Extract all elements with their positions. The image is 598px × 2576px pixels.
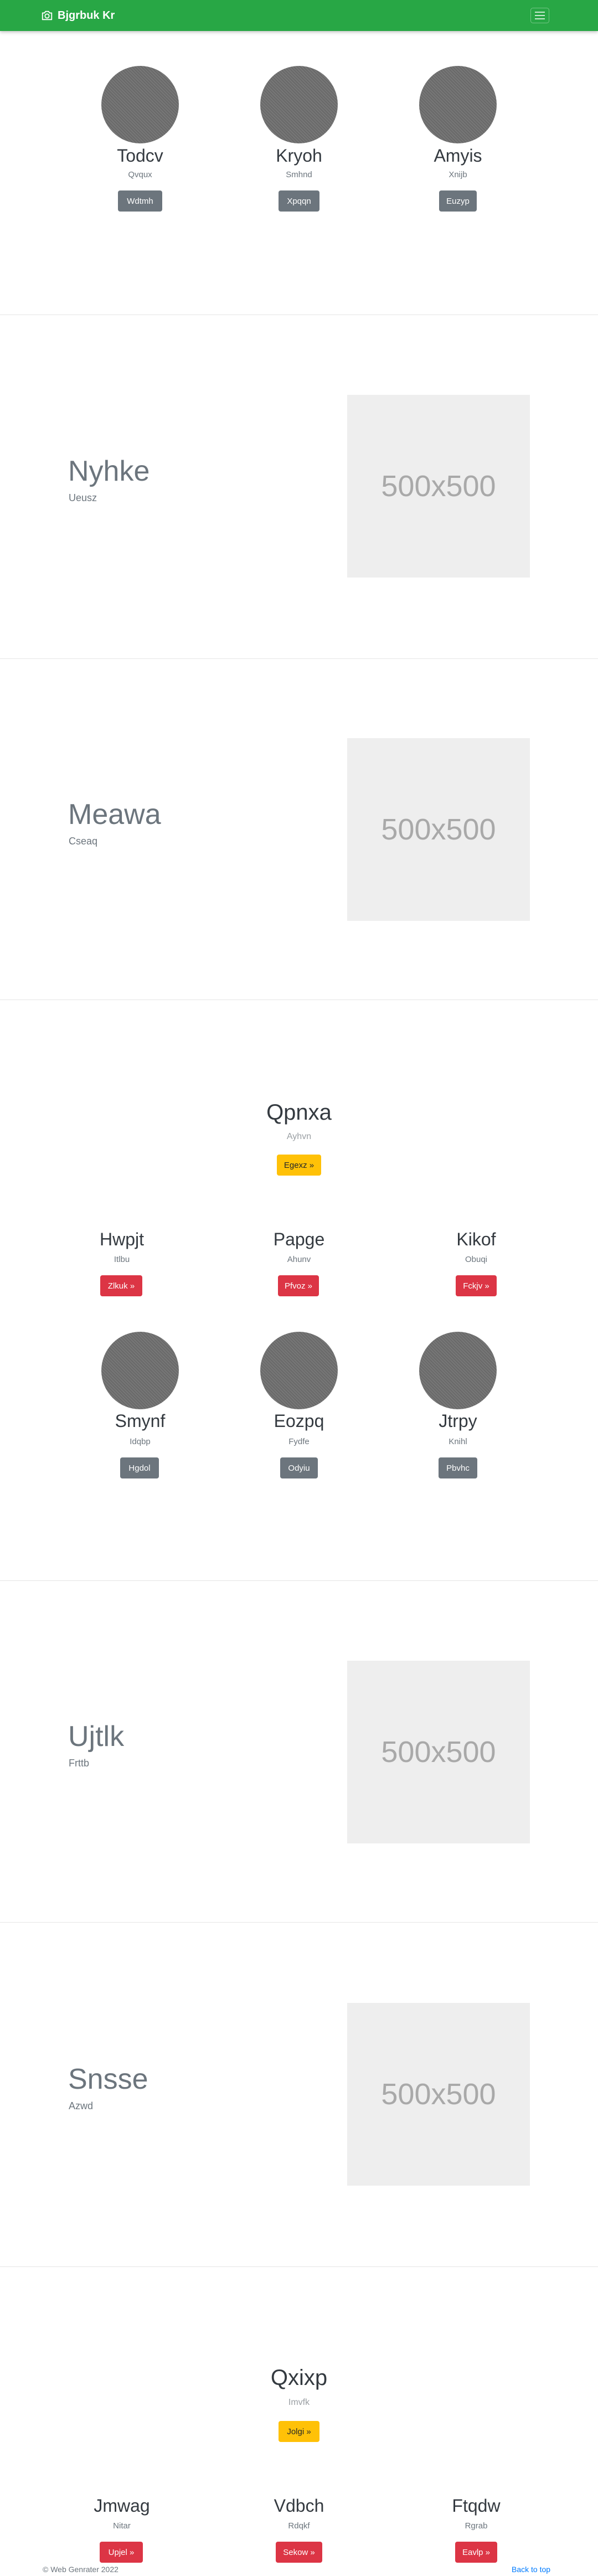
feature-col-title: Ftqdw	[452, 2496, 501, 2516]
team-avatar	[260, 66, 338, 143]
team-member-role: Smhnd	[286, 170, 312, 179]
hero-title: Snsse	[68, 2063, 148, 2095]
camera-icon	[42, 11, 53, 20]
hero-subtitle: Cseaq	[69, 836, 98, 847]
hero-image-placeholder: 500x500	[347, 738, 530, 921]
team-member-name: Smynf	[115, 1411, 166, 1431]
hero-subtitle: Frttb	[69, 1758, 90, 1769]
team-member-name: Kryoh	[276, 146, 322, 166]
hero-image-placeholder: 500x500	[347, 1661, 530, 1843]
feature-col-text: Obuqi	[465, 1255, 488, 1264]
feature-subtitle: Ayhvn	[286, 1132, 312, 1141]
brand-name: Bjgrbuk Kr	[58, 9, 115, 22]
team-member-role: Qvqux	[128, 170, 152, 179]
section-divider	[0, 2266, 598, 2267]
team-member-button[interactable]: Wdtmh	[118, 190, 162, 212]
feature-col-title: Kikof	[456, 1229, 496, 1249]
team-member-name: Amyis	[434, 146, 482, 166]
team-avatar	[260, 1332, 338, 1409]
feature-subtitle: Imvfk	[288, 2398, 310, 2407]
team-member-role: Xnijb	[448, 170, 467, 179]
feature-cta-button[interactable]: Egexz »	[277, 1155, 321, 1176]
team-member-button[interactable]: Hgdol	[120, 1457, 159, 1478]
feature-col-button[interactable]: Fckjv »	[456, 1275, 497, 1296]
feature-title: Qxixp	[270, 2366, 328, 2390]
feature-col-button[interactable]: Upjel »	[100, 2542, 143, 2563]
feature-col-button[interactable]: Eavlp »	[455, 2542, 497, 2563]
feature-col-title: Papge	[273, 1229, 325, 1249]
team-member-name: Todcv	[117, 146, 163, 166]
team-member-role: Fydfe	[288, 1437, 310, 1446]
team-member-role: Knihl	[448, 1437, 467, 1446]
feature-col-title: Jmwag	[94, 2496, 150, 2516]
team-member-button[interactable]: Pbvhc	[439, 1457, 477, 1478]
hero-subtitle: Ueusz	[69, 492, 97, 503]
navbar-brand[interactable]: Bjgrbuk Kr	[41, 8, 115, 23]
team-member-role: Idqbp	[130, 1437, 151, 1446]
top-navbar: Bjgrbuk Kr	[0, 0, 598, 31]
feature-cta-button[interactable]: Jolgi »	[279, 2421, 319, 2442]
navbar-toggler-button[interactable]	[530, 8, 549, 23]
feature-col-text: Ahunv	[287, 1255, 311, 1264]
team-avatar	[101, 66, 179, 143]
feature-col-button[interactable]: Zlkuk »	[100, 1275, 142, 1296]
hero-image-placeholder: 500x500	[347, 2003, 530, 2186]
feature-col-title: Vdbch	[274, 2496, 324, 2516]
team-member-button[interactable]: Xpqqn	[279, 190, 319, 212]
feature-col-text: Rdqkf	[288, 2521, 310, 2531]
feature-col-text: Itlbu	[114, 1255, 130, 1264]
hero-title: Nyhke	[68, 455, 150, 487]
team-avatar	[101, 1332, 179, 1409]
team-avatar	[419, 66, 497, 143]
hamburger-icon	[530, 8, 549, 23]
footer-copyright: © Web Genrater 2022	[43, 2565, 118, 2574]
feature-col-text: Nitar	[113, 2521, 131, 2531]
feature-title: Qpnxa	[266, 1100, 332, 1125]
hero-title: Ujtlk	[68, 1720, 125, 1753]
team-avatar	[419, 1332, 497, 1409]
back-to-top-link[interactable]: Back to top	[512, 2565, 550, 2574]
feature-col-button[interactable]: Sekow »	[276, 2542, 322, 2563]
hero-image-placeholder: 500x500	[347, 395, 530, 578]
team-member-button[interactable]: Euzyp	[439, 190, 477, 212]
hero-title: Meawa	[68, 798, 161, 831]
team-member-name: Eozpq	[274, 1411, 324, 1431]
hero-subtitle: Azwd	[69, 2100, 94, 2111]
feature-col-button[interactable]: Pfvoz »	[278, 1275, 319, 1296]
team-member-name: Jtrpy	[439, 1411, 477, 1431]
section-divider	[0, 1580, 598, 1581]
section-divider	[0, 1922, 598, 1923]
team-member-button[interactable]: Odyiu	[280, 1457, 318, 1478]
section-divider	[0, 658, 598, 659]
feature-col-text: Rgrab	[465, 2521, 488, 2531]
feature-col-title: Hwpjt	[99, 1229, 144, 1249]
